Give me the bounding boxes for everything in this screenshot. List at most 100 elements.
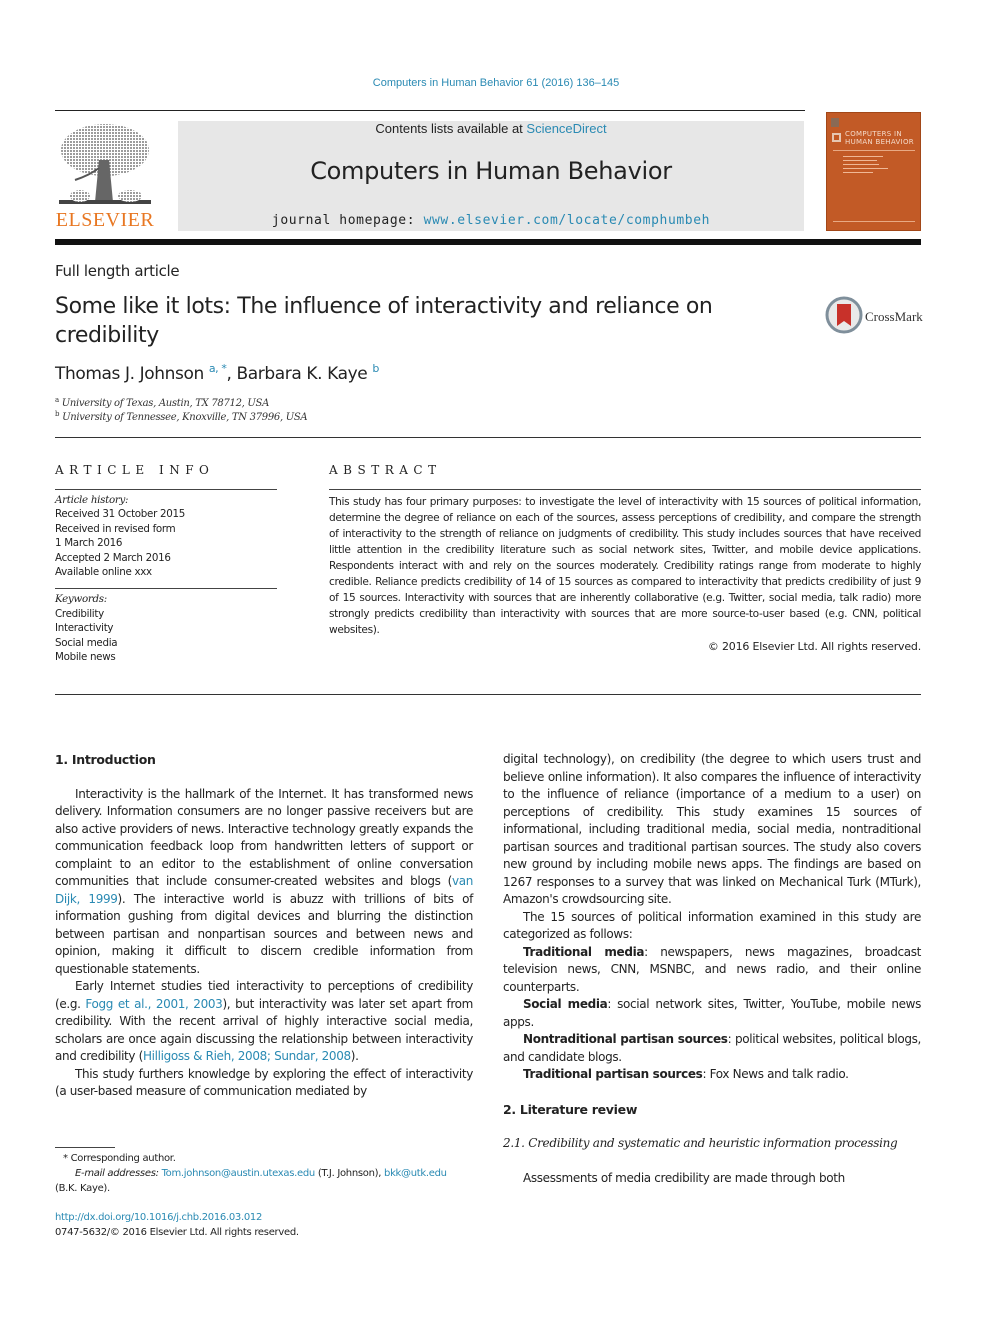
cover-text-line bbox=[843, 172, 873, 173]
doi-link[interactable]: http://dx.doi.org/10.1016/j.chb.2016.03.… bbox=[55, 1210, 475, 1225]
journal-title: Computers in Human Behavior bbox=[310, 157, 672, 185]
paragraph: Early Internet studies tied interactivit… bbox=[55, 978, 473, 1066]
divider bbox=[55, 588, 277, 590]
category-item: Traditional partisan sources: Fox News a… bbox=[503, 1066, 921, 1084]
text-run: Interactivity is the hallmark of the Int… bbox=[55, 786, 473, 889]
cover-text-line bbox=[843, 156, 883, 157]
doi-block: http://dx.doi.org/10.1016/j.chb.2016.03.… bbox=[55, 1210, 475, 1240]
sciencedirect-link[interactable]: ScienceDirect bbox=[526, 121, 606, 136]
contents-prefix: Contents lists available at bbox=[375, 121, 527, 136]
cover-rule bbox=[833, 221, 915, 222]
body-column-right: digital technology), on credibility (the… bbox=[503, 751, 921, 1187]
issn-copyright: 0747-5632/© 2016 Elsevier Ltd. All right… bbox=[55, 1227, 299, 1238]
article-type: Full length article bbox=[55, 262, 180, 280]
body-column-left: 1. Introduction Interactivity is the hal… bbox=[55, 751, 473, 1101]
paragraph: Interactivity is the hallmark of the Int… bbox=[55, 786, 473, 979]
citation-link[interactable]: Hilligoss & Rieh, 2008; Sundar, 2008 bbox=[143, 1049, 351, 1063]
keyword: Mobile news bbox=[55, 651, 116, 664]
abstract-heading: ABSTRACT bbox=[329, 463, 442, 477]
abstract-panel: ABSTRACT This study has four primary pur… bbox=[329, 463, 921, 653]
category-label: Social media bbox=[523, 997, 608, 1011]
article-info-panel: ARTICLE INFO Article history: Received 3… bbox=[55, 463, 277, 664]
history-label: Article history: bbox=[55, 494, 129, 506]
cover-text-line bbox=[843, 160, 877, 161]
cover-icon bbox=[832, 133, 841, 142]
category-text: : Fox News and talk radio. bbox=[702, 1067, 849, 1081]
author-list: Thomas J. Johnson a, *, Barbara K. Kaye … bbox=[55, 362, 379, 384]
text-run: ). The interactive world is abuzz with t… bbox=[55, 891, 473, 976]
cover-title: COMPUTERS IN HUMAN BEHAVIOR bbox=[845, 130, 914, 146]
category-label: Traditional partisan sources bbox=[523, 1067, 703, 1081]
cover-title-line: HUMAN BEHAVIOR bbox=[845, 138, 914, 146]
front-matter-rule bbox=[55, 694, 921, 695]
cover-text-line bbox=[843, 168, 888, 169]
elsevier-wordmark: ELSEVIER bbox=[55, 209, 155, 231]
category-label: Nontraditional partisan sources bbox=[523, 1032, 728, 1046]
header-thick-rule bbox=[55, 239, 921, 245]
keyword: Interactivity bbox=[55, 622, 114, 635]
affiliation-b: b University of Tennessee, Knoxville, TN… bbox=[55, 410, 308, 423]
article-title: Some like it lots: The influence of inte… bbox=[55, 294, 713, 348]
affiliation-mark: b bbox=[55, 410, 60, 418]
keywords: Keywords: Credibility Interactivity Soci… bbox=[55, 592, 277, 664]
affiliation-text: University of Texas, Austin, TX 78712, U… bbox=[61, 398, 270, 409]
crossmark-icon bbox=[825, 296, 863, 334]
history-item: Received 31 October 2015 bbox=[55, 508, 185, 521]
email-label: E-mail addresses: bbox=[75, 1168, 162, 1179]
keyword: Credibility bbox=[55, 607, 104, 620]
email-line: E-mail addresses: Tom.johnson@austin.ute… bbox=[55, 1166, 475, 1181]
subsection-heading: 2.1. Credibility and systematic and heur… bbox=[503, 1136, 898, 1150]
author-affiliation-mark[interactable]: a, * bbox=[209, 362, 227, 375]
journal-cover-thumbnail[interactable]: COMPUTERS IN HUMAN BEHAVIOR bbox=[826, 112, 921, 231]
title-block-rule bbox=[55, 437, 921, 438]
crossmark-button[interactable]: CrossMark bbox=[825, 296, 925, 336]
email-link-johnson[interactable]: Tom.johnson@austin.utexas.edu bbox=[162, 1168, 316, 1179]
elsevier-logo[interactable]: ELSEVIER bbox=[55, 120, 155, 232]
abstract-copyright: © 2016 Elsevier Ltd. All rights reserved… bbox=[707, 640, 921, 653]
footnotes: * Corresponding author. E-mail addresses… bbox=[55, 1151, 475, 1196]
affiliation-text: University of Tennessee, Knoxville, TN 3… bbox=[62, 412, 308, 423]
abstract-text: This study has four primary purposes: to… bbox=[329, 496, 921, 636]
history-item: Accepted 2 March 2016 bbox=[55, 551, 171, 564]
header-rule bbox=[55, 110, 805, 111]
history-item: Received in revised form bbox=[55, 522, 176, 535]
cover-title-line: COMPUTERS IN bbox=[845, 130, 902, 138]
paragraph: This study furthers knowledge by explori… bbox=[55, 1066, 473, 1099]
author-name: Barbara K. Kaye bbox=[236, 364, 368, 384]
category-item: Nontraditional partisan sources: politic… bbox=[503, 1031, 921, 1066]
section-heading-introduction: 1. Introduction bbox=[55, 752, 156, 767]
affiliation-a: a University of Texas, Austin, TX 78712,… bbox=[55, 396, 269, 409]
cover-logo bbox=[831, 118, 839, 127]
tree-icon bbox=[59, 124, 151, 204]
contents-line: Contents lists available at ScienceDirec… bbox=[178, 121, 804, 136]
author-name: Thomas J. Johnson bbox=[55, 364, 204, 384]
article-history: Article history: Received 31 October 201… bbox=[55, 493, 277, 579]
divider bbox=[329, 489, 921, 490]
cover-text-line bbox=[843, 164, 879, 165]
email-owner: (B.K. Kaye). bbox=[55, 1183, 110, 1194]
paragraph: The 15 sources of political information … bbox=[503, 909, 921, 942]
corresponding-author-note: * Corresponding author. bbox=[63, 1153, 176, 1164]
author-affiliation-mark[interactable]: b bbox=[372, 362, 379, 375]
journal-masthead: Contents lists available at ScienceDirec… bbox=[178, 121, 804, 231]
homepage-link[interactable]: www.elsevier.com/locate/comphumbeh bbox=[424, 213, 711, 228]
journal-homepage: journal homepage: www.elsevier.com/locat… bbox=[178, 213, 804, 228]
category-item: Social media: social network sites, Twit… bbox=[503, 996, 921, 1031]
keywords-label: Keywords: bbox=[55, 593, 107, 606]
affiliation-mark: a bbox=[55, 396, 59, 404]
history-item: 1 March 2016 bbox=[55, 537, 123, 550]
text-run: ). bbox=[350, 1049, 359, 1063]
footnote-rule bbox=[55, 1147, 115, 1148]
email-link-kaye[interactable]: bkk@utk.edu bbox=[384, 1168, 447, 1179]
email-owner: (T.J. Johnson), bbox=[314, 1168, 385, 1179]
history-item: Available online xxx bbox=[55, 566, 152, 579]
crossmark-label: CrossMark bbox=[865, 309, 923, 324]
cover-rule bbox=[833, 150, 915, 151]
author-separator: , bbox=[226, 364, 237, 384]
category-item: Traditional media: newspapers, news maga… bbox=[503, 944, 921, 997]
category-label: Traditional media bbox=[523, 944, 645, 959]
journal-citation[interactable]: Computers in Human Behavior 61 (2016) 13… bbox=[0, 77, 992, 89]
keyword: Social media bbox=[55, 636, 118, 649]
citation-link[interactable]: Fogg et al., 2001, 2003 bbox=[85, 997, 222, 1011]
homepage-prefix: journal homepage: bbox=[271, 213, 424, 228]
